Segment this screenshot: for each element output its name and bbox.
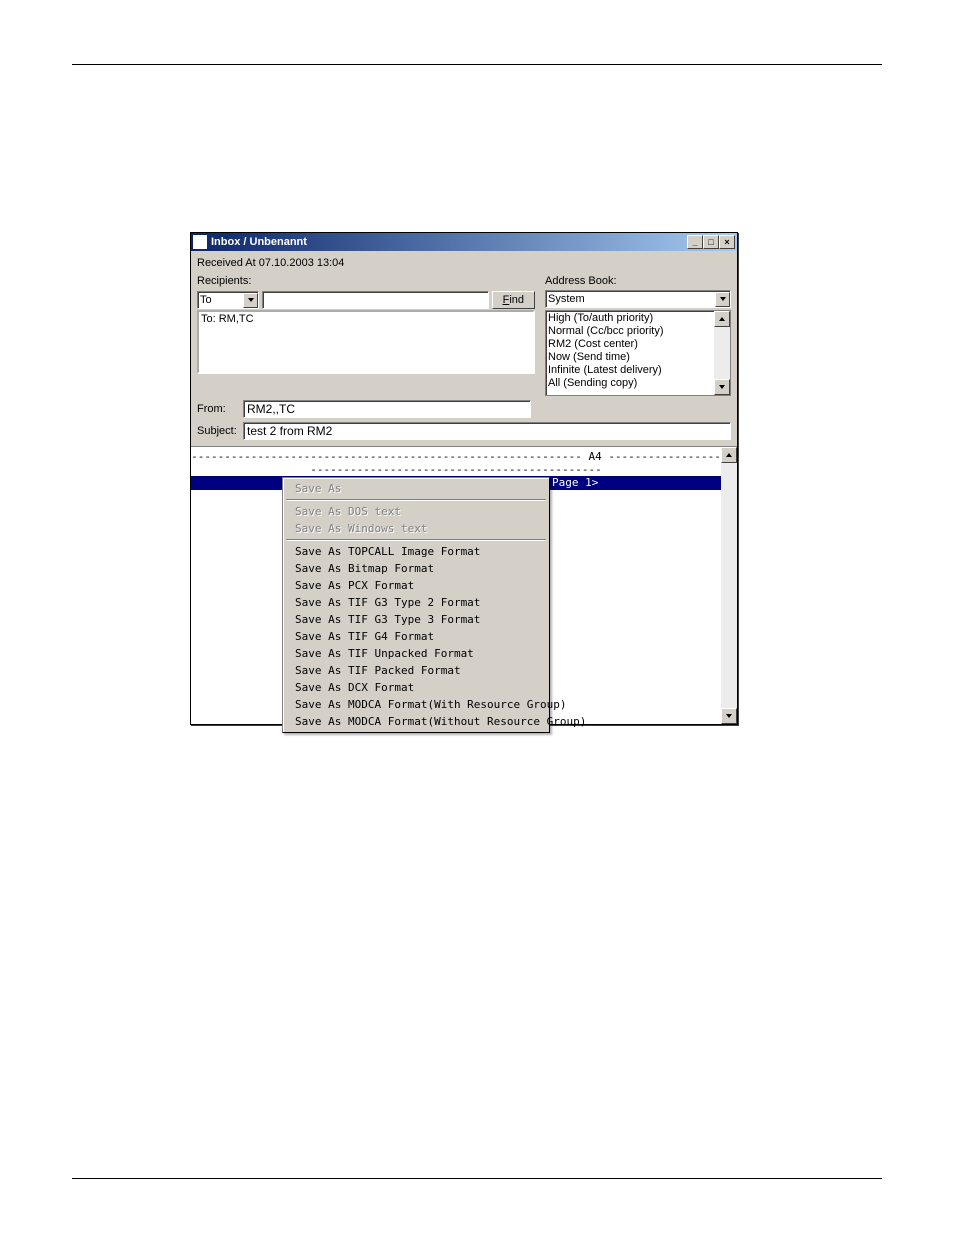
chevron-down-icon[interactable] [715,292,730,307]
find-button[interactable]: Find [492,291,535,309]
menu-item[interactable]: Save As Bitmap Format [285,560,547,577]
menu-item[interactable]: Save As TIF G4 Format [285,628,547,645]
menu-separator [286,539,546,541]
subject-input[interactable] [243,422,731,440]
address-book-value: System [548,293,585,305]
menu-item[interactable]: Save As TIF Unpacked Format [285,645,547,662]
page-rule-top [72,64,882,65]
close-button[interactable]: × [719,235,735,249]
subject-label: Subject: [197,425,243,437]
menu-item: Save As DOS text [285,503,547,520]
menu-item[interactable]: Save As MODCA Format(Without Resource Gr… [285,713,547,730]
scroll-up-button[interactable] [721,447,737,463]
options-listbox-content: High (To/auth priority)Normal (Cc/bcc pr… [546,311,714,395]
maximize-button[interactable]: □ [703,235,719,249]
from-label: From: [197,403,243,415]
menu-item: Save As Windows text [285,520,547,537]
menu-item[interactable]: Save As TIF Packed Format [285,662,547,679]
app-icon [193,235,207,249]
recipients-label: Recipients: [197,275,535,287]
to-combo-value: To [200,294,212,306]
menu-separator [286,499,546,501]
menu-item[interactable]: Save As TIF G3 Type 2 Format [285,594,547,611]
scroll-down-button[interactable] [721,708,737,724]
address-book-combo[interactable]: System [545,290,731,308]
content-area: ----------------------------------------… [191,446,737,724]
minimize-button[interactable]: _ [687,235,703,249]
menu-item[interactable]: Save As MODCA Format(With Resource Group… [285,696,547,713]
received-at-label: Received At 07.10.2003 13:04 [197,257,731,269]
a4-separator: ----------------------------------------… [191,447,721,476]
scroll-up-button[interactable] [714,311,730,327]
option-list-item[interactable]: RM2 (Cost center) [548,338,712,351]
option-list-item[interactable]: All (Sending copy) [548,377,712,390]
menu-item[interactable]: Save As TOPCALL Image Format [285,543,547,560]
option-list-item[interactable]: Infinite (Latest delivery) [548,364,712,377]
recipient-input[interactable] [262,291,489,309]
recipient-listbox[interactable]: To: RM,TC [197,310,535,374]
scroll-down-button[interactable] [714,379,730,395]
option-list-item[interactable]: Normal (Cc/bcc priority) [548,325,712,338]
menu-item[interactable]: Save As TIF G3 Type 3 Format [285,611,547,628]
recipient-list-entry: To: RM,TC [201,313,531,325]
window-title: Inbox / Unbenannt [211,236,687,248]
form-area: Received At 07.10.2003 13:04 Recipients:… [191,251,737,446]
window-controls: _ □ × [687,235,735,249]
menu-item[interactable]: Save As PCX Format [285,577,547,594]
context-menu: Save As Save As DOS textSave As Windows t… [282,477,550,733]
from-input[interactable] [243,400,531,418]
menu-item: Save As [285,480,547,497]
content-scrollbar[interactable] [721,447,737,724]
chevron-down-icon[interactable] [243,293,258,308]
scrollbar-vertical[interactable] [714,311,730,395]
address-book-label: Address Book: [545,275,731,287]
window-inbox: Inbox / Unbenannt _ □ × Received At 07.1… [190,232,738,725]
to-combo[interactable]: To [197,291,259,309]
option-list-item[interactable]: Now (Send time) [548,351,712,364]
page-rule-bottom [72,1178,882,1179]
titlebar: Inbox / Unbenannt _ □ × [191,233,737,251]
menu-item[interactable]: Save As DCX Format [285,679,547,696]
option-list-item[interactable]: High (To/auth priority) [548,312,712,325]
options-listbox[interactable]: High (To/auth priority)Normal (Cc/bcc pr… [545,310,731,396]
